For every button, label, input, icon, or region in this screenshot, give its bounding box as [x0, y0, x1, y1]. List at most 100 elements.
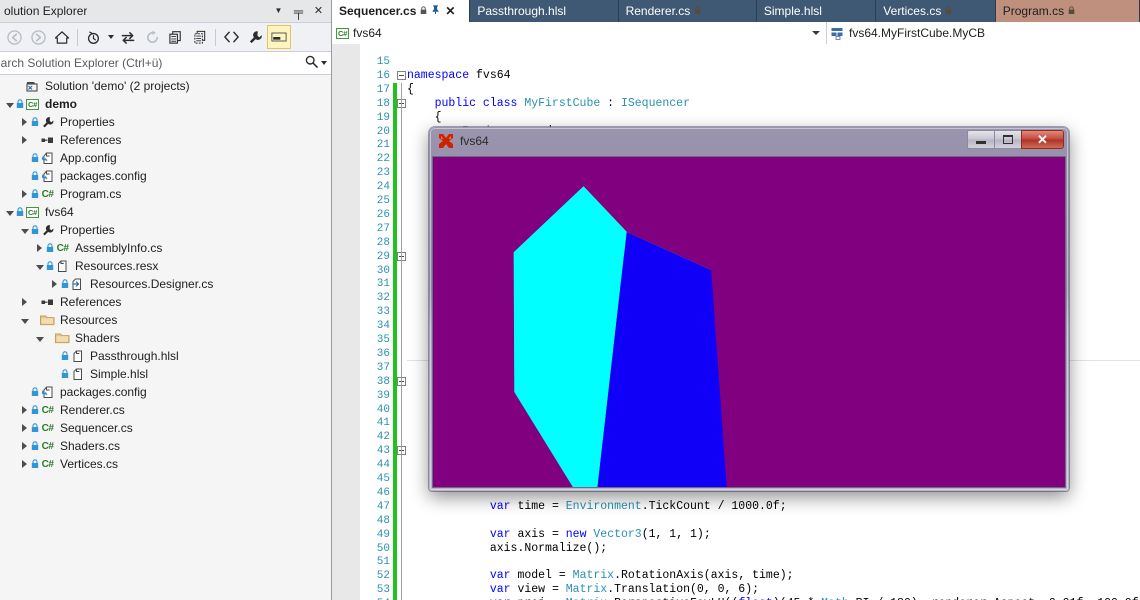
- chevron-right-icon[interactable]: [19, 293, 30, 311]
- code-line[interactable]: var view = Matrix.Translation(0, 0, 6);: [407, 583, 759, 597]
- code-line[interactable]: var axis = new Vector3(1, 1, 1);: [407, 528, 711, 542]
- tree-item-renderer-cs[interactable]: C# Renderer.cs: [0, 401, 331, 419]
- chevron-down-icon[interactable]: [321, 61, 327, 65]
- code-line[interactable]: var time = Environment.TickCount / 1000.…: [407, 500, 787, 514]
- navbar-member-selector[interactable]: fvs64.MyFirstCube.MyCB: [827, 22, 1140, 44]
- code-token: ISequencer: [620, 96, 690, 110]
- back-icon[interactable]: [2, 25, 26, 49]
- chevron-right-icon[interactable]: [19, 185, 30, 203]
- outlining-collapse-box[interactable]: [397, 70, 406, 80]
- code-line[interactable]: public class MyFirstCube : ISequencer: [407, 97, 690, 111]
- code-line[interactable]: {: [407, 83, 414, 97]
- cs-icon: C#: [41, 188, 54, 200]
- pending-changes-icon[interactable]: [81, 25, 105, 49]
- tree-expander-placeholder: [19, 167, 30, 185]
- line-number: 38: [376, 375, 390, 388]
- view-code-icon[interactable]: [219, 25, 243, 49]
- tab-sequencer-cs[interactable]: Sequencer.cs ✕: [332, 0, 471, 22]
- csproj-icon: C#: [26, 98, 39, 110]
- chevron-right-icon[interactable]: [49, 275, 60, 293]
- chevron-down-icon[interactable]: [34, 257, 45, 275]
- close-icon[interactable]: ✕: [312, 3, 325, 19]
- chevron-down-icon[interactable]: [105, 25, 116, 49]
- sync-with-active-document-icon[interactable]: [116, 25, 140, 49]
- code-token: model =: [510, 569, 573, 583]
- search-input-placeholder[interactable]: earch Solution Explorer (Ctrl+ü): [0, 56, 162, 70]
- minimize-button[interactable]: [967, 130, 994, 149]
- code-line[interactable]: axis.Normalize();: [407, 542, 607, 556]
- navbar-project-value: fvs64: [353, 26, 382, 40]
- chevron-right-icon[interactable]: [19, 437, 30, 455]
- home-icon[interactable]: [50, 25, 74, 49]
- tree-item-packages-config[interactable]: packages.config: [0, 383, 331, 401]
- tree-item-simple-hlsl[interactable]: Simple.hlsl: [0, 365, 331, 383]
- tree-item-packages-config[interactable]: packages.config: [0, 167, 331, 185]
- properties-window-icon[interactable]: [267, 25, 291, 49]
- tree-item-references[interactable]: References: [0, 293, 331, 311]
- pin-icon[interactable]: ╤: [292, 3, 305, 19]
- folder-icon: [54, 332, 71, 344]
- tree-item-program-cs[interactable]: C# Program.cs: [0, 185, 331, 203]
- tree-item-fvs64[interactable]: C# fvs64: [0, 203, 331, 221]
- tree-item-properties[interactable]: Properties: [0, 113, 331, 131]
- tab-renderer-cs[interactable]: Renderer.cs: [618, 0, 757, 22]
- tab-passthrough-hlsl[interactable]: Passthrough.hlsl: [470, 0, 619, 22]
- tab-simple-hlsl[interactable]: Simple.hlsl: [756, 0, 877, 22]
- chevron-down-icon[interactable]: [4, 95, 15, 113]
- chevron-right-icon[interactable]: [19, 401, 30, 419]
- close-button[interactable]: ✕: [1021, 130, 1064, 149]
- refresh-icon[interactable]: [140, 25, 164, 49]
- tree-item-solution-demo-2-projects[interactable]: Solution 'demo' (2 projects): [0, 77, 331, 95]
- tree-item-app-config[interactable]: App.config: [0, 149, 331, 167]
- toolbar-separator: [77, 28, 78, 46]
- line-number: 16: [376, 69, 390, 82]
- tree-item-references[interactable]: References: [0, 131, 331, 149]
- tree-item-shaders-cs[interactable]: C# Shaders.cs: [0, 437, 331, 455]
- close-icon[interactable]: ✕: [445, 4, 455, 18]
- tree-item-vertices-cs[interactable]: C# Vertices.cs: [0, 455, 331, 473]
- chevron-right-icon[interactable]: [19, 113, 30, 131]
- chevron-right-icon[interactable]: [19, 131, 30, 149]
- tab-program-cs[interactable]: Program.cs: [995, 0, 1140, 22]
- collapse-all-icon[interactable]: [164, 25, 188, 49]
- properties-wrench-icon[interactable]: [243, 25, 267, 49]
- chevron-right-icon[interactable]: [19, 455, 30, 473]
- chevron-down-icon[interactable]: [812, 31, 820, 35]
- chevron-right-icon[interactable]: [19, 419, 30, 437]
- tree-item-resources-resx[interactable]: Resources.resx: [0, 257, 331, 275]
- chevron-right-icon[interactable]: [34, 239, 45, 257]
- tree-item-assemblyinfo-cs[interactable]: C# AssemblyInfo.cs: [0, 239, 331, 257]
- tree-item-resources[interactable]: Resources: [0, 311, 331, 329]
- search-icon[interactable]: [305, 55, 318, 71]
- tab-vertices-cs[interactable]: Vertices.cs: [876, 0, 996, 22]
- lock-icon: [694, 5, 701, 17]
- navbar-project-selector[interactable]: C# fvs64: [332, 22, 827, 44]
- tree-item-label: Simple.hlsl: [90, 367, 149, 381]
- render-output-window[interactable]: fvs64 ✕: [429, 127, 1069, 491]
- tree-item-properties[interactable]: Properties: [0, 221, 331, 239]
- code-line[interactable]: namespace fvs64: [407, 69, 511, 83]
- chevron-down-icon[interactable]: [4, 203, 15, 221]
- tree-item-demo[interactable]: C# demo: [0, 95, 331, 113]
- chevron-down-icon[interactable]: [34, 329, 45, 347]
- code-token: (1, 1, 1);: [641, 527, 711, 541]
- code-line[interactable]: {: [407, 111, 442, 125]
- tree-item-shaders[interactable]: Shaders: [0, 329, 331, 347]
- forward-icon[interactable]: [26, 25, 50, 49]
- maximize-button[interactable]: [994, 130, 1021, 149]
- chevron-down-icon[interactable]: ▼: [272, 3, 285, 19]
- show-all-files-icon[interactable]: [188, 25, 212, 49]
- chevron-down-icon[interactable]: [19, 311, 30, 329]
- tree-item-sequencer-cs[interactable]: C# Sequencer.cs: [0, 419, 331, 437]
- pin-icon[interactable]: [431, 5, 440, 18]
- chevron-down-icon[interactable]: [19, 221, 30, 239]
- search-solution-explorer[interactable]: earch Solution Explorer (Ctrl+ü): [0, 52, 331, 75]
- code-line[interactable]: var model = Matrix.RotationAxis(axis, ti…: [407, 569, 794, 583]
- render-window-titlebar[interactable]: fvs64 ✕: [429, 127, 1069, 155]
- line-number: 27: [376, 222, 390, 235]
- line-number: 29: [376, 250, 390, 263]
- toolbar-separator: [215, 28, 216, 46]
- tree-item-resources-designer-cs[interactable]: Resources.Designer.cs: [0, 275, 331, 293]
- tree-expander-placeholder: [49, 347, 60, 365]
- tree-item-passthrough-hlsl[interactable]: Passthrough.hlsl: [0, 347, 331, 365]
